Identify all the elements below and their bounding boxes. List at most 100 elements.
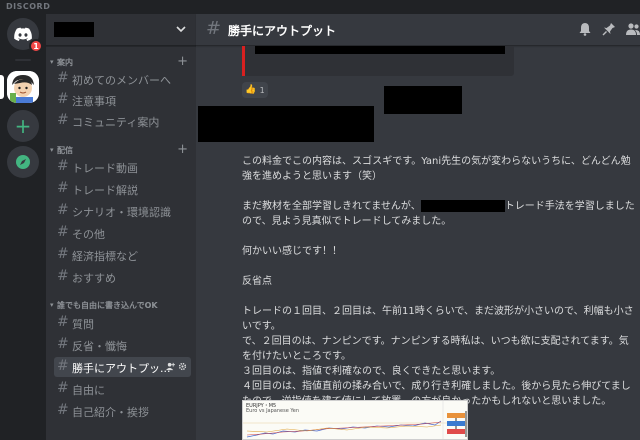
- add-server-button[interactable]: +: [7, 110, 39, 142]
- reaction-count: 1: [259, 85, 265, 95]
- active-server-indicator: [0, 75, 4, 99]
- attached-chart-image[interactable]: EURJPY・M5 Euro vs Japanese Yen: [242, 400, 468, 440]
- hash-icon: #: [57, 268, 69, 284]
- message-line: トレードの１回目、２回目は、午前11時くらいで、まだ波形が小さいので、利幅も小さ…: [242, 306, 634, 332]
- hash-icon: #: [57, 91, 69, 107]
- channel-actions: [166, 362, 187, 371]
- server-name-redacted: [54, 22, 94, 37]
- message-line: この料金でこの内容は、スゴスギです。Yani先生の気が変わらないうちに、どんどん…: [242, 156, 631, 182]
- candlestick-thumbnail-icon: [243, 401, 467, 439]
- channel-label: 勝手にアウトプッ...: [72, 362, 171, 375]
- hash-icon: #: [57, 224, 69, 240]
- add-channel-icon[interactable]: +: [177, 142, 188, 157]
- message-line: まだ教材を全部学習しきれてませんが、 トレード手法を学習しましたので、見よう見真似…: [242, 199, 636, 229]
- channel-label: 自己紹介・挨拶: [72, 406, 149, 419]
- hash-icon: #: [57, 336, 69, 352]
- embed-content-redacted: [255, 46, 505, 54]
- app-brand: DISCORD: [6, 2, 51, 11]
- collapse-arrow-icon: ▾: [50, 58, 54, 66]
- channel-item[interactable]: # 自由に: [54, 379, 191, 399]
- header-toolbar: [578, 22, 640, 36]
- channel-label: その他: [72, 228, 105, 241]
- server-header[interactable]: [46, 14, 196, 46]
- channel-label: 質問: [72, 318, 94, 331]
- compass-icon: [16, 155, 30, 169]
- reaction-thumbs-up[interactable]: 👍 1: [242, 82, 268, 98]
- channel-label: 初めてのメンバーへ: [72, 74, 171, 87]
- category-free-post[interactable]: ▾ 誰でも自由に書き込んでOK: [46, 299, 196, 313]
- title-bar: DISCORD: [0, 0, 640, 14]
- rail-separator: [15, 59, 31, 61]
- channel-label: トレード解説: [72, 184, 138, 197]
- add-channel-icon[interactable]: +: [177, 54, 188, 69]
- discord-logo-icon: [14, 27, 32, 41]
- channel-item[interactable]: # その他: [54, 223, 191, 243]
- discord-window: DISCORD 1 + ▾ 案内 + # 初めてのメンバーへ # 注意事項 # …: [0, 0, 640, 440]
- message-line: ３回目のは、指値で利確なので、良くできたと思います。: [242, 366, 501, 377]
- hash-icon: #: [57, 358, 69, 374]
- gear-icon[interactable]: [178, 362, 187, 371]
- server-avatar-icon: [7, 71, 39, 103]
- channel-item[interactable]: # 注意事項: [54, 90, 191, 110]
- channel-label: 注意事項: [72, 95, 116, 108]
- avatar-redacted: [198, 106, 374, 142]
- channel-label: トレード動画: [72, 162, 138, 175]
- message-body: この料金でこの内容は、スゴスギです。Yani先生の気が変わらないうちに、どんどん…: [242, 154, 636, 409]
- channel-label: おすすめ: [72, 272, 116, 285]
- thumbs-up-icon: 👍: [245, 85, 257, 95]
- collapse-arrow-icon: ▾: [50, 146, 54, 154]
- channel-title: 勝手にアウトプット: [228, 24, 337, 38]
- server-avatar[interactable]: [7, 71, 39, 103]
- channel-item[interactable]: # コミュニティ案内: [54, 111, 191, 131]
- hash-icon: #: [57, 180, 69, 196]
- plus-icon: +: [14, 114, 32, 138]
- notification-badge: 1: [29, 39, 43, 53]
- message-line: で、２回目のは、ナンピンです。ナンピンする時私は、いつも欲に支配されてます。気を…: [242, 336, 629, 362]
- channel-item[interactable]: # 反省・懺悔: [54, 335, 191, 355]
- message-line: 反省点: [242, 276, 272, 287]
- chat-header: # 勝手にアウトプット: [196, 14, 640, 46]
- channel-sidebar: ▾ 案内 + # 初めてのメンバーへ # 注意事項 # コミュニティ案内 ▾ 配…: [46, 14, 196, 440]
- channel-item[interactable]: # トレード動画: [54, 157, 191, 177]
- members-icon[interactable]: [626, 22, 640, 36]
- chat-area: # 勝手にアウトプット 👍 1 この料金でこの内容は、スゴスギです。Yani先生…: [196, 14, 640, 440]
- message-line: 何かいい感じです！！: [242, 246, 342, 257]
- channel-item[interactable]: # おすすめ: [54, 267, 191, 287]
- message-text: まだ教材を全部学習しきれてませんが、: [242, 201, 421, 212]
- channel-item[interactable]: # 経済指標など: [54, 245, 191, 265]
- channel-label: コミュニティ案内: [72, 116, 160, 129]
- category-label: 配信: [57, 146, 73, 155]
- channel-label: 経済指標など: [72, 250, 138, 263]
- channel-label: 反省・懺悔: [72, 340, 127, 353]
- channel-item[interactable]: # 質問: [54, 313, 191, 333]
- hash-icon: #: [57, 158, 69, 174]
- category-stream[interactable]: ▾ 配信 +: [46, 142, 196, 158]
- hash-icon: #: [57, 402, 69, 418]
- username-redacted: [384, 86, 462, 114]
- server-rail: 1 +: [0, 14, 46, 440]
- home-button[interactable]: 1: [7, 18, 43, 53]
- pin-icon[interactable]: [602, 22, 616, 36]
- hash-icon: #: [57, 380, 69, 396]
- hash-icon: #: [57, 202, 69, 218]
- channel-item[interactable]: # シナリオ・環境認識: [54, 201, 191, 221]
- text-redacted: [420, 200, 505, 212]
- hash-icon: #: [206, 18, 222, 39]
- category-label: 誰でも自由に書き込んでOK: [57, 301, 158, 310]
- channel-label: 自由に: [72, 384, 105, 397]
- chevron-down-icon: [176, 26, 186, 33]
- channel-label: シナリオ・環境認識: [72, 206, 171, 219]
- channel-item-active[interactable]: # 勝手にアウトプッ...: [54, 357, 191, 377]
- collapse-arrow-icon: ▾: [50, 301, 54, 309]
- invite-member-icon[interactable]: [166, 362, 175, 371]
- link-embed: [242, 46, 514, 76]
- hash-icon: #: [57, 70, 69, 86]
- hash-icon: #: [57, 246, 69, 262]
- channel-item[interactable]: # 自己紹介・挨拶: [54, 401, 191, 421]
- bell-icon[interactable]: [578, 22, 592, 36]
- channel-item[interactable]: # 初めてのメンバーへ: [54, 69, 191, 89]
- explore-servers-button[interactable]: [7, 146, 39, 178]
- channel-item[interactable]: # トレード解説: [54, 179, 191, 199]
- category-guide[interactable]: ▾ 案内 +: [46, 54, 196, 70]
- category-label: 案内: [57, 58, 73, 67]
